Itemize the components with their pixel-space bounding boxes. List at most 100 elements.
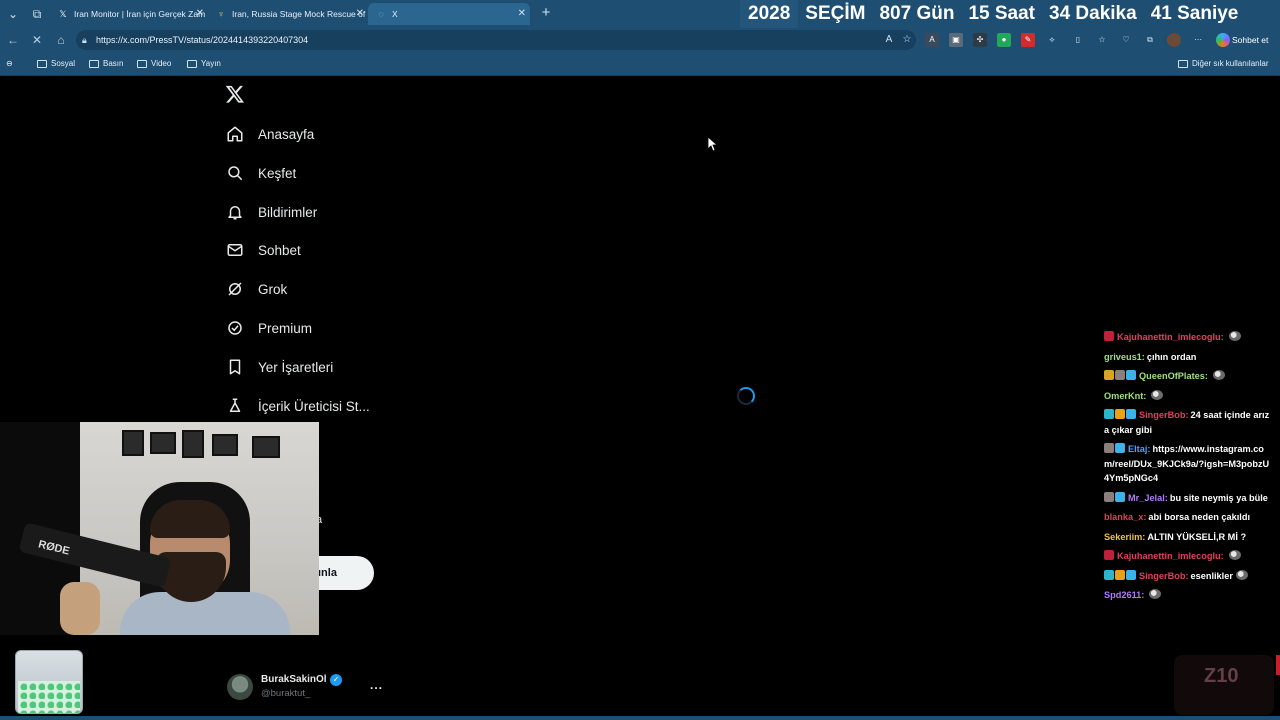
close-tab-icon[interactable]: ✕ bbox=[518, 3, 526, 25]
chat-message: Kajuhanettin_imlecoglu: bbox=[1104, 330, 1274, 345]
chat-badge-icon bbox=[1126, 409, 1136, 419]
wall-photo bbox=[252, 436, 280, 458]
candy-jar-image bbox=[15, 650, 83, 714]
folder-icon bbox=[187, 60, 197, 68]
chat-username[interactable]: QueenOfPlates: bbox=[1139, 371, 1208, 381]
chat-username[interactable]: Eltaj: bbox=[1128, 444, 1150, 454]
chat-message: OmerKnt: bbox=[1104, 389, 1274, 404]
chat-badge-icon bbox=[1104, 491, 1114, 502]
address-row: ← ✕ ⌂ 🔒︎ https://x.com/PressTV/status/20… bbox=[0, 28, 1280, 52]
folder-icon bbox=[1178, 60, 1188, 68]
bookmark-label: Yayın bbox=[201, 59, 221, 68]
chat-username[interactable]: SingerBob: bbox=[1139, 410, 1189, 420]
new-tab-button[interactable]: + bbox=[536, 4, 556, 24]
tab-title: X bbox=[392, 9, 398, 19]
bookmarks-menu-icon[interactable]: ⊖ bbox=[6, 52, 20, 76]
bookmark-folder-video[interactable]: Video bbox=[137, 52, 171, 76]
split-screen-icon[interactable]: ▯ bbox=[1071, 33, 1085, 47]
account-name[interactable]: BurakSakinOl bbox=[261, 674, 327, 685]
chat-username[interactable]: Mr_Jelal: bbox=[1128, 493, 1168, 503]
nav-premium[interactable]: Premium bbox=[226, 314, 312, 342]
nav-label: Bildirimler bbox=[258, 204, 318, 220]
webcam-overlay: RØDE bbox=[0, 422, 319, 635]
favorite-star-icon[interactable]: ☆ bbox=[900, 33, 914, 47]
copilot-label: Sohbet et bbox=[1232, 35, 1269, 45]
tab-x-active[interactable]: ◌ X ✕ bbox=[368, 3, 530, 25]
chat-badges bbox=[1104, 549, 1115, 564]
close-tab-icon[interactable]: ✕ bbox=[356, 3, 364, 25]
bookmark-folder-yayin[interactable]: Yayın bbox=[187, 52, 221, 76]
home-button-icon[interactable]: ⌂ bbox=[52, 31, 70, 49]
chat-message: griveus1: çıhın ordan bbox=[1104, 350, 1274, 365]
chat-username[interactable]: griveus1: bbox=[1104, 352, 1145, 362]
chat-text: abi borsa neden çakıldı bbox=[1148, 512, 1250, 522]
window-bottom-edge bbox=[0, 716, 1280, 720]
other-bookmarks-folder[interactable]: Diğer sık kullanılanlar bbox=[1178, 52, 1268, 76]
account-handle[interactable]: @buraktut_ bbox=[261, 688, 310, 699]
extension-screenshot-icon[interactable]: ▣ bbox=[949, 33, 963, 47]
extensions-puzzle-icon[interactable]: ⟡ bbox=[1045, 33, 1059, 47]
folder-icon bbox=[89, 60, 99, 68]
back-icon[interactable]: ← bbox=[4, 31, 22, 49]
stream-chat: Kajuhanettin_imlecoglu: griveus1: çıhın or… bbox=[1104, 330, 1274, 608]
browser-essentials-icon[interactable]: ♡ bbox=[1119, 33, 1133, 47]
chat-username[interactable]: Spd2611: bbox=[1104, 590, 1144, 600]
url-text[interactable]: https://x.com/PressTV/status/20244143932… bbox=[96, 30, 308, 50]
nav-explore[interactable]: Keşfet bbox=[226, 159, 296, 187]
extension-red-icon[interactable]: ✎ bbox=[1021, 33, 1035, 47]
address-bar[interactable]: 🔒︎ https://x.com/PressTV/status/20244143… bbox=[76, 30, 916, 50]
account-avatar[interactable] bbox=[227, 674, 253, 700]
stream-watermark: Z10 bbox=[1174, 655, 1274, 715]
x-logo-icon[interactable] bbox=[225, 84, 247, 106]
nav-grok[interactable]: Grok bbox=[226, 275, 287, 303]
extension-green-icon[interactable]: ● bbox=[997, 33, 1011, 47]
mail-icon bbox=[226, 241, 244, 259]
watermark-logo-icon: Z10 bbox=[1204, 665, 1239, 687]
chat-emote-icon bbox=[1235, 569, 1248, 580]
settings-more-icon[interactable]: ⋯ bbox=[1191, 33, 1205, 47]
chat-username[interactable]: blanka_x: bbox=[1104, 512, 1146, 522]
nav-notifications[interactable]: Bildirimler bbox=[226, 198, 317, 226]
countdown-label: SEÇİM bbox=[805, 3, 866, 24]
favorites-icon[interactable]: ☆ bbox=[1095, 33, 1109, 47]
nav-creator-studio[interactable]: İçerik Üreticisi St... bbox=[226, 392, 370, 420]
chat-username[interactable]: Sekeriim: bbox=[1104, 532, 1145, 542]
chat-username[interactable]: SingerBob: bbox=[1139, 571, 1189, 581]
site-info-icon[interactable]: 🔒︎ bbox=[82, 33, 94, 47]
tab-presstv[interactable]: ♆ Iran, Russia Stage Mock Rescue of ✕ bbox=[208, 3, 368, 25]
chat-emote-icon bbox=[1228, 331, 1241, 341]
account-menu-icon[interactable]: ... bbox=[370, 678, 383, 692]
chat-username[interactable]: Kajuhanettin_imlecoglu: bbox=[1117, 332, 1224, 342]
read-aloud-icon[interactable]: A bbox=[882, 33, 896, 47]
chat-badge-icon bbox=[1126, 370, 1136, 380]
stop-loading-icon[interactable]: ✕ bbox=[28, 31, 46, 49]
tab-actions-menu-icon[interactable]: ⌄ bbox=[3, 4, 23, 24]
bookmark-folder-basin[interactable]: Basın bbox=[89, 52, 123, 76]
other-bookmarks-label: Diğer sık kullanılanlar bbox=[1192, 59, 1269, 68]
close-tab-icon[interactable]: ✕ bbox=[196, 3, 204, 25]
verified-badge-icon: ✓ bbox=[330, 674, 342, 686]
nav-home[interactable]: Anasayfa bbox=[226, 120, 314, 148]
grok-icon bbox=[226, 280, 244, 298]
countdown-seconds: 41 Saniye bbox=[1150, 3, 1239, 24]
extension-grid-icon[interactable]: ✣ bbox=[973, 33, 987, 47]
tab-iran-monitor[interactable]: 𝕏 Iran Monitor | İran için Gerçek Zam ✕ bbox=[50, 3, 208, 25]
collections-icon[interactable]: ⧉ bbox=[1143, 33, 1157, 47]
chat-badge-icon bbox=[1104, 569, 1114, 580]
extension-ad-icon[interactable]: A bbox=[925, 33, 939, 47]
post-button-label[interactable]: ınla bbox=[318, 556, 337, 590]
chat-username[interactable]: Kajuhanettin_imlecoglu: bbox=[1117, 551, 1224, 561]
copilot-chat-button[interactable]: Sohbet et bbox=[1214, 30, 1276, 50]
countdown-days: 807 Gün bbox=[879, 3, 955, 24]
bookmark-folder-sosyal[interactable]: Sosyal bbox=[37, 52, 75, 76]
workspaces-icon[interactable]: ⧉ bbox=[27, 4, 47, 24]
chat-username[interactable]: OmerKnt: bbox=[1104, 391, 1146, 401]
chat-badge-icon bbox=[1115, 409, 1125, 419]
nav-messages[interactable]: Sohbet bbox=[226, 236, 301, 264]
folder-icon bbox=[137, 60, 147, 68]
streamer-hair bbox=[150, 500, 230, 538]
nav-bookmarks[interactable]: Yer İşaretleri bbox=[226, 353, 333, 381]
profile-avatar-icon[interactable] bbox=[1167, 33, 1181, 47]
chat-text: çıhın ordan bbox=[1146, 351, 1197, 362]
folder-icon bbox=[37, 60, 47, 68]
